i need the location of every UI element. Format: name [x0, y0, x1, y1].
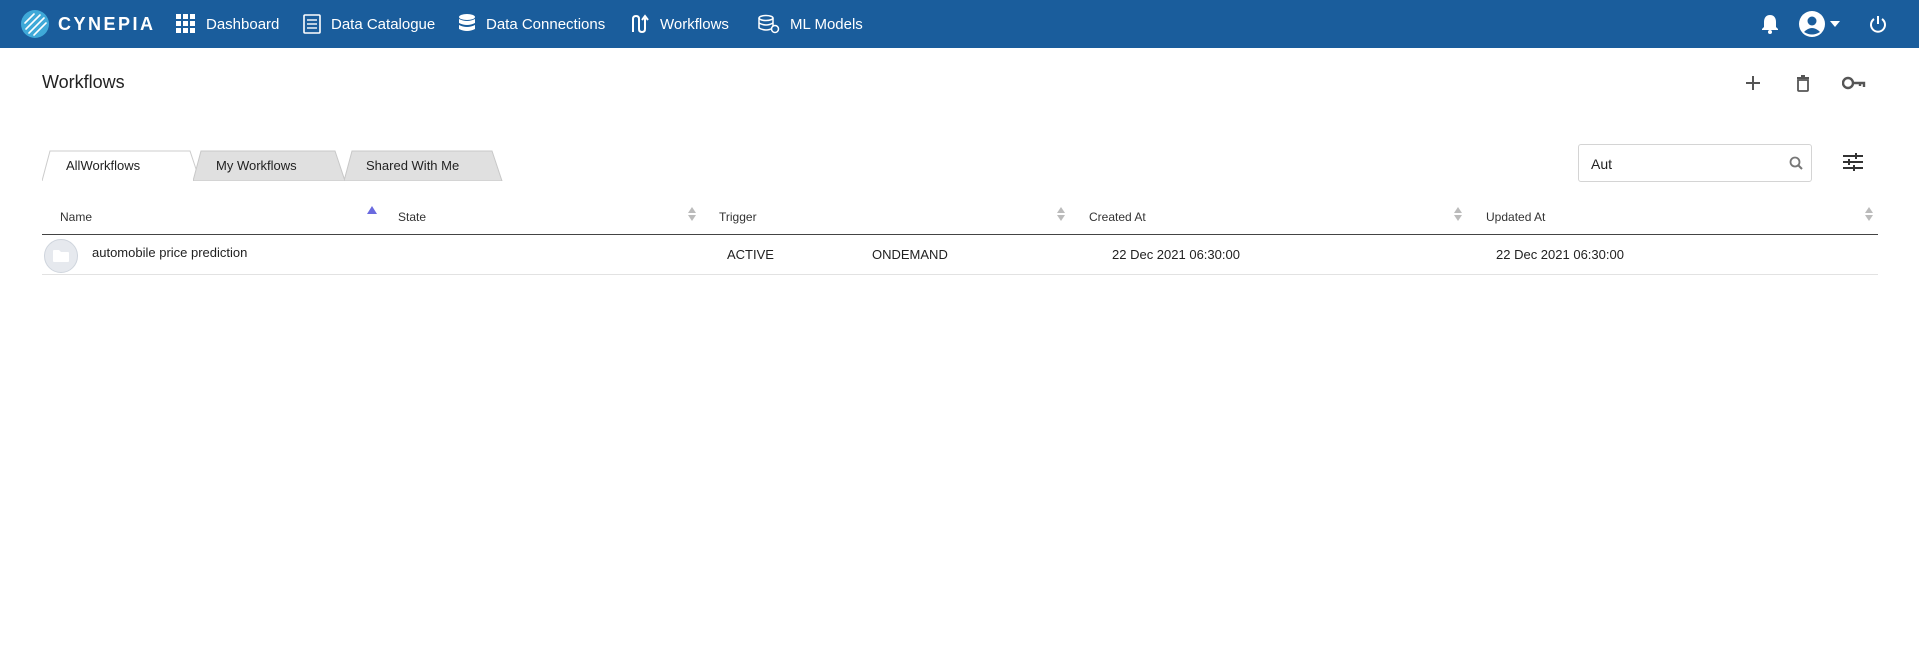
nav-item-dashboard[interactable]: Dashboard — [176, 0, 279, 48]
workflow-name[interactable]: automobile price prediction — [92, 245, 247, 260]
folder-icon — [44, 239, 78, 273]
workflow-state: ACTIVE — [727, 247, 774, 262]
tab-my-workflows[interactable]: My Workflows — [193, 150, 345, 181]
workflow-icon — [632, 14, 649, 34]
nav-item-data-catalogue[interactable]: Data Catalogue — [303, 0, 435, 48]
tab-shared-with-me[interactable]: Shared With Me — [344, 150, 504, 181]
tab-label: Shared With Me — [366, 158, 460, 173]
table-row[interactable]: automobile price prediction ACTIVE ONDEM… — [42, 235, 1878, 275]
nav-item-data-connections[interactable]: Data Connections — [458, 0, 605, 48]
tab-label: AllWorkflows — [66, 158, 141, 173]
database-icon — [459, 14, 475, 31]
ml-models-icon — [758, 14, 780, 34]
bell-icon[interactable] — [1758, 12, 1782, 36]
nav-item-label: Data Catalogue — [331, 15, 436, 33]
column-header-updated-at[interactable]: Updated At — [1486, 210, 1545, 224]
sort-icon[interactable] — [1454, 207, 1462, 221]
workflow-trigger: ONDEMAND — [872, 247, 948, 262]
trash-icon[interactable] — [1790, 70, 1816, 96]
nav-item-workflows[interactable]: Workflows — [630, 0, 729, 48]
document-icon — [303, 14, 321, 34]
top-navigation-bar: CYNEPIA Dashboard Data Catalogue Data Co… — [0, 0, 1919, 48]
nav-item-label: ML Models — [790, 15, 863, 33]
workflow-updated-at: 22 Dec 2021 06:30:00 — [1496, 247, 1624, 262]
tab-label: My Workflows — [216, 158, 297, 173]
account-icon[interactable] — [1798, 10, 1826, 38]
search-input[interactable] — [1591, 154, 1781, 174]
column-header-state[interactable]: State — [398, 210, 426, 224]
nav-item-label: Data Connections — [486, 15, 606, 33]
nav-item-label: Dashboard — [206, 15, 280, 33]
power-icon[interactable] — [1866, 12, 1890, 36]
brand-logo[interactable]: CYNEPIA — [20, 7, 156, 41]
column-header-trigger[interactable]: Trigger — [719, 210, 757, 224]
filter-settings-icon[interactable] — [1840, 149, 1866, 175]
add-icon[interactable] — [1740, 70, 1766, 96]
search-box — [1578, 144, 1812, 182]
workflow-created-at: 22 Dec 2021 06:30:00 — [1112, 247, 1240, 262]
key-icon[interactable] — [1839, 70, 1869, 96]
column-header-created-at[interactable]: Created At — [1089, 210, 1146, 224]
page-title: Workflows — [42, 72, 125, 92]
grid-icon — [176, 14, 195, 33]
sort-icon[interactable] — [1865, 207, 1873, 221]
brand-name: CYNEPIA — [58, 13, 156, 34]
sort-icon[interactable] — [1057, 207, 1065, 221]
nav-item-ml-models[interactable]: ML Models — [758, 0, 863, 48]
sort-icon[interactable] — [688, 207, 696, 221]
nav-item-label: Workflows — [660, 15, 729, 33]
search-icon[interactable] — [1789, 156, 1803, 170]
tab-all-workflows[interactable]: AllWorkflows — [42, 150, 202, 181]
cynepia-logo-icon — [21, 10, 49, 38]
sort-ascending-icon[interactable] — [367, 206, 377, 214]
column-header-name[interactable]: Name — [60, 210, 92, 224]
caret-down-icon[interactable] — [1828, 12, 1842, 36]
